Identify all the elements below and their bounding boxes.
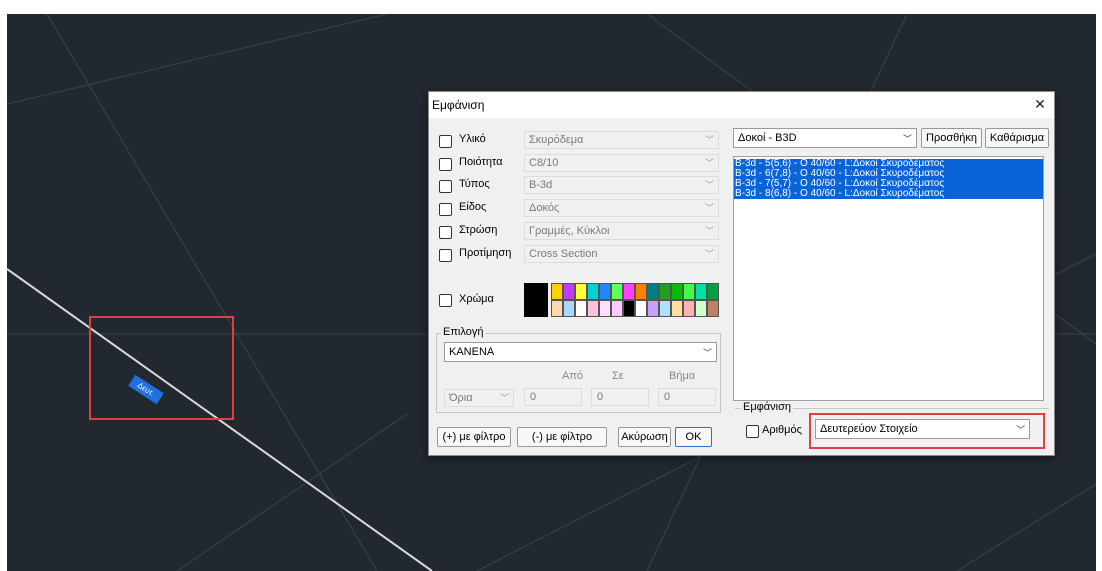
limits-select[interactable]: Όρια ﹀ xyxy=(444,389,514,407)
dialog-titlebar[interactable]: Εμφάνιση ✕ xyxy=(429,92,1054,118)
color-swatch[interactable] xyxy=(647,283,659,300)
highlight-box-display-mode xyxy=(809,413,1045,449)
ok-button[interactable]: OK xyxy=(675,427,712,447)
color-swatch[interactable] xyxy=(599,283,611,300)
color-swatch[interactable] xyxy=(647,300,659,317)
clear-button[interactable]: Καθάρισμα xyxy=(985,128,1049,148)
color-swatch[interactable] xyxy=(695,300,707,317)
type-checkbox[interactable] xyxy=(439,180,452,193)
cancel-button[interactable]: Ακύρωση xyxy=(618,427,671,447)
display-group-label: Εμφάνιση xyxy=(741,401,794,413)
add-with-filter-button[interactable]: (+) με φίλτρο xyxy=(437,427,511,447)
color-swatch[interactable] xyxy=(671,283,683,300)
color-swatch[interactable] xyxy=(671,300,683,317)
color-label: Χρώμα xyxy=(459,293,494,305)
number-label: Αριθμός xyxy=(762,424,802,436)
color-swatch[interactable] xyxy=(683,283,695,300)
add-button[interactable]: Προσθήκη xyxy=(921,128,982,148)
color-swatch[interactable] xyxy=(587,283,599,300)
kind-checkbox[interactable] xyxy=(439,203,452,216)
chevron-down-icon: ﹀ xyxy=(902,134,912,144)
color-swatch[interactable] xyxy=(587,300,599,317)
color-swatch[interactable] xyxy=(563,283,575,300)
color-swatch[interactable] xyxy=(659,300,671,317)
material-checkbox[interactable] xyxy=(439,135,452,148)
color-swatch[interactable] xyxy=(575,283,587,300)
color-swatch[interactable] xyxy=(563,300,575,317)
color-swatch[interactable] xyxy=(635,300,647,317)
layer-label: Στρώση xyxy=(459,224,498,236)
material-label: Υλικό xyxy=(459,133,486,145)
current-color-swatch[interactable] xyxy=(524,283,548,317)
number-checkbox[interactable] xyxy=(746,425,759,438)
layer-checkbox[interactable] xyxy=(439,226,452,239)
layer-select[interactable]: Γραμμές, Κύκλοι ﹀ xyxy=(524,222,719,240)
quality-select[interactable]: C8/10 ﹀ xyxy=(524,154,719,172)
chevron-down-icon: ﹀ xyxy=(704,180,714,190)
element-list[interactable]: B-3d - 5(5,6) - O 40/60 - L:Δοκοί Σκυροδ… xyxy=(733,156,1044,401)
beam-line xyxy=(7,268,433,571)
color-swatch[interactable] xyxy=(551,283,563,300)
selection-select[interactable]: ΚΑΝΕΝΑ ﹀ xyxy=(444,342,717,362)
kind-label: Είδος xyxy=(459,201,487,213)
selection-group-label: Επιλογή xyxy=(441,326,486,338)
preference-select[interactable]: Cross Section ﹀ xyxy=(524,245,719,263)
material-select[interactable]: Σκυρόδεμα ﹀ xyxy=(524,131,719,149)
color-swatch[interactable] xyxy=(707,283,719,300)
to-label: Σε xyxy=(612,370,624,382)
color-palette[interactable] xyxy=(551,283,719,317)
step-label: Βήμα xyxy=(669,370,696,382)
highlight-box-beam xyxy=(89,316,234,420)
from-input[interactable]: 0 xyxy=(524,388,582,406)
color-swatch[interactable] xyxy=(659,283,671,300)
chevron-down-icon: ﹀ xyxy=(704,249,714,259)
kind-select[interactable]: Δοκός ﹀ xyxy=(524,199,719,217)
color-swatch[interactable] xyxy=(623,300,635,317)
type-select[interactable]: B-3d ﹀ xyxy=(524,176,719,194)
color-swatch[interactable] xyxy=(611,283,623,300)
color-swatch[interactable] xyxy=(707,300,719,317)
chevron-down-icon: ﹀ xyxy=(704,158,714,168)
step-input[interactable]: 0 xyxy=(658,388,716,406)
element-list-item[interactable]: B-3d - 8(6,8) - O 40/60 - L:Δοκοί Σκυροδ… xyxy=(734,189,1043,199)
preference-label: Προτίμηση xyxy=(459,247,512,259)
display-dialog: Εμφάνιση ✕ Υλικό Σκυρόδεμα ﹀ Ποιότητα C8/… xyxy=(428,91,1055,456)
chevron-down-icon: ﹀ xyxy=(704,135,714,145)
chevron-down-icon: ﹀ xyxy=(704,203,714,213)
type-label: Τύπος xyxy=(459,178,490,190)
remove-with-filter-button[interactable]: (-) με φίλτρο xyxy=(517,427,607,447)
color-swatch[interactable] xyxy=(611,300,623,317)
quality-checkbox[interactable] xyxy=(439,158,452,171)
chevron-down-icon: ﹀ xyxy=(499,393,509,403)
to-input[interactable]: 0 xyxy=(591,388,649,406)
color-swatch[interactable] xyxy=(635,283,647,300)
color-swatch[interactable] xyxy=(695,283,707,300)
color-checkbox[interactable] xyxy=(439,294,452,307)
color-swatch[interactable] xyxy=(551,300,563,317)
element-type-select[interactable]: Δοκοί - B3D ﹀ xyxy=(733,128,917,148)
chevron-down-icon: ﹀ xyxy=(704,226,714,236)
color-swatch[interactable] xyxy=(599,300,611,317)
chevron-down-icon: ﹀ xyxy=(702,348,712,358)
dialog-title: Εμφάνιση xyxy=(432,98,485,112)
close-icon[interactable]: ✕ xyxy=(1032,96,1048,112)
from-label: Από xyxy=(562,370,584,382)
color-swatch[interactable] xyxy=(683,300,695,317)
preference-checkbox[interactable] xyxy=(439,249,452,262)
color-swatch[interactable] xyxy=(575,300,587,317)
quality-label: Ποιότητα xyxy=(459,156,503,168)
color-swatch[interactable] xyxy=(623,283,635,300)
